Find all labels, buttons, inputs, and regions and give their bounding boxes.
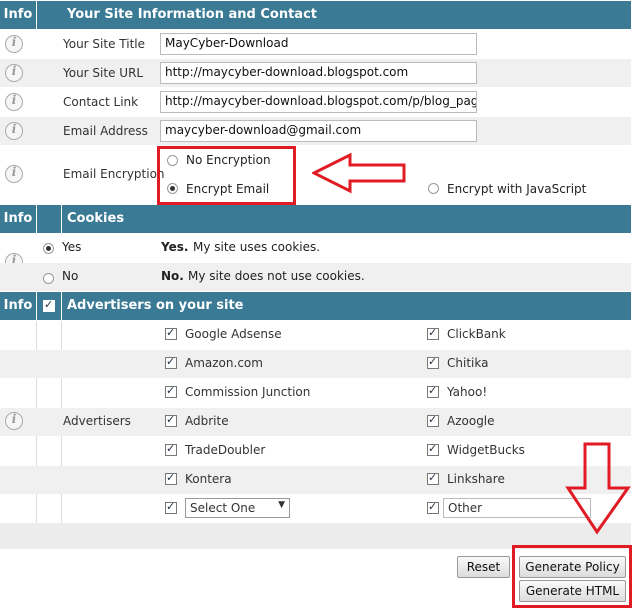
advertiser-label: Kontera <box>185 472 232 486</box>
info-icon[interactable] <box>5 122 23 140</box>
cookies-no-bold: No. <box>161 269 184 283</box>
reset-button[interactable]: Reset <box>457 556 510 578</box>
select-value: Select One <box>190 501 256 515</box>
field-label: Contact Link <box>63 95 139 109</box>
select-all-checkbox[interactable] <box>43 298 55 312</box>
advertiser-checkbox[interactable] <box>165 413 177 427</box>
cookies-header: Info Cookies <box>0 205 631 233</box>
cookies-no-row: No No. My site does not use cookies. <box>0 263 631 291</box>
radio-label: Encrypt with JavaScript <box>447 182 587 196</box>
section-title: Your Site Information and Contact <box>67 7 318 22</box>
advertiser-label: Linkshare <box>447 472 505 486</box>
site-title-row: Your Site Title MayCyber-Download <box>0 30 631 58</box>
stripe <box>0 466 631 494</box>
advertiser-checkbox[interactable] <box>427 384 439 398</box>
section-title: Advertisers on your site <box>67 298 244 313</box>
site-url-row: Your Site URL http://maycyber-download.b… <box>0 59 631 87</box>
cookies-yes-row: Yes Yes. My site uses cookies. <box>0 234 631 271</box>
cookies-no-radio[interactable] <box>43 273 54 284</box>
advertisers-label: Advertisers <box>63 414 131 428</box>
info-icon[interactable] <box>5 165 23 183</box>
header-checkbox-cell <box>37 292 62 320</box>
highlight-box <box>157 146 296 205</box>
advertiser-checkbox[interactable] <box>165 471 177 485</box>
advertisers-header: Info Advertisers on your site <box>0 292 631 320</box>
site-title-input[interactable]: MayCyber-Download <box>160 33 477 55</box>
site-url-input[interactable]: http://maycyber-download.blogspot.com <box>160 62 477 84</box>
advertiser-label: Chitika <box>447 356 489 370</box>
cookies-yes-radio[interactable] <box>43 243 54 254</box>
cookies-yes-bold: Yes. <box>161 240 189 254</box>
down-arrow-icon <box>565 442 631 535</box>
encrypt-javascript-radio[interactable] <box>428 183 439 194</box>
field-label: Your Site URL <box>63 66 144 80</box>
email-address-row: Email Address maycyber-download@gmail.co… <box>0 117 631 145</box>
field-label: Email Address <box>63 124 148 138</box>
advertiser-label: Azoogle <box>447 414 495 428</box>
advertiser-checkbox[interactable] <box>165 442 177 456</box>
info-column-header: Info <box>0 1 37 29</box>
advertiser-label: Google Adsense <box>185 327 282 341</box>
advertiser-checkbox[interactable] <box>427 471 439 485</box>
section-title: Cookies <box>67 211 125 226</box>
stripe <box>0 350 631 378</box>
field-label: Your Site Title <box>63 37 146 51</box>
advertiser-checkbox[interactable] <box>427 413 439 427</box>
info-icon[interactable] <box>5 35 23 53</box>
advertiser-checkbox[interactable] <box>427 326 439 340</box>
cookies-no-description: My site does not use cookies. <box>188 269 365 283</box>
field-label: Email Encryption <box>63 167 165 181</box>
advertiser-label: Commission Junction <box>185 385 311 399</box>
site-info-header: Info Your Site Information and Contact <box>0 1 631 29</box>
left-arrow-icon <box>312 152 406 194</box>
advertiser-checkbox[interactable] <box>427 355 439 369</box>
custom-advertiser-checkbox[interactable] <box>165 500 177 514</box>
email-address-input[interactable]: maycyber-download@gmail.com <box>160 120 477 142</box>
other-advertiser-checkbox[interactable] <box>427 500 439 514</box>
header-spacer <box>37 205 62 233</box>
advertiser-checkbox[interactable] <box>165 384 177 398</box>
chevron-down-icon: ▼ <box>278 500 285 510</box>
advertiser-checkbox[interactable] <box>427 442 439 456</box>
advertiser-label: WidgetBucks <box>447 443 525 457</box>
advertisers-body: Advertisers Google Adsense Amazon.com Co… <box>0 321 631 523</box>
contact-link-row: Contact Link http://maycyber-download.bl… <box>0 88 631 116</box>
advertiser-label: Adbrite <box>185 414 229 428</box>
info-column-header: Info <box>0 205 37 233</box>
radio-label: No <box>62 269 79 283</box>
radio-label: Yes <box>62 240 82 254</box>
info-icon[interactable] <box>5 64 23 82</box>
advertiser-label: Amazon.com <box>185 356 263 370</box>
contact-link-input[interactable]: http://maycyber-download.blogspot.com/p/… <box>160 91 477 113</box>
advertiser-checkbox[interactable] <box>165 355 177 369</box>
highlight-box <box>512 545 632 608</box>
advertiser-label: TradeDoubler <box>185 443 266 457</box>
info-column-header: Info <box>0 292 37 320</box>
advertiser-label: Yahoo! <box>447 385 488 399</box>
info-icon[interactable] <box>5 412 23 430</box>
advertiser-label: ClickBank <box>447 327 506 341</box>
cookies-yes-description: My site uses cookies. <box>193 240 321 254</box>
advertiser-select[interactable]: Select One ▼ <box>185 498 290 518</box>
advertiser-checkbox[interactable] <box>165 326 177 340</box>
info-icon[interactable] <box>5 93 23 111</box>
